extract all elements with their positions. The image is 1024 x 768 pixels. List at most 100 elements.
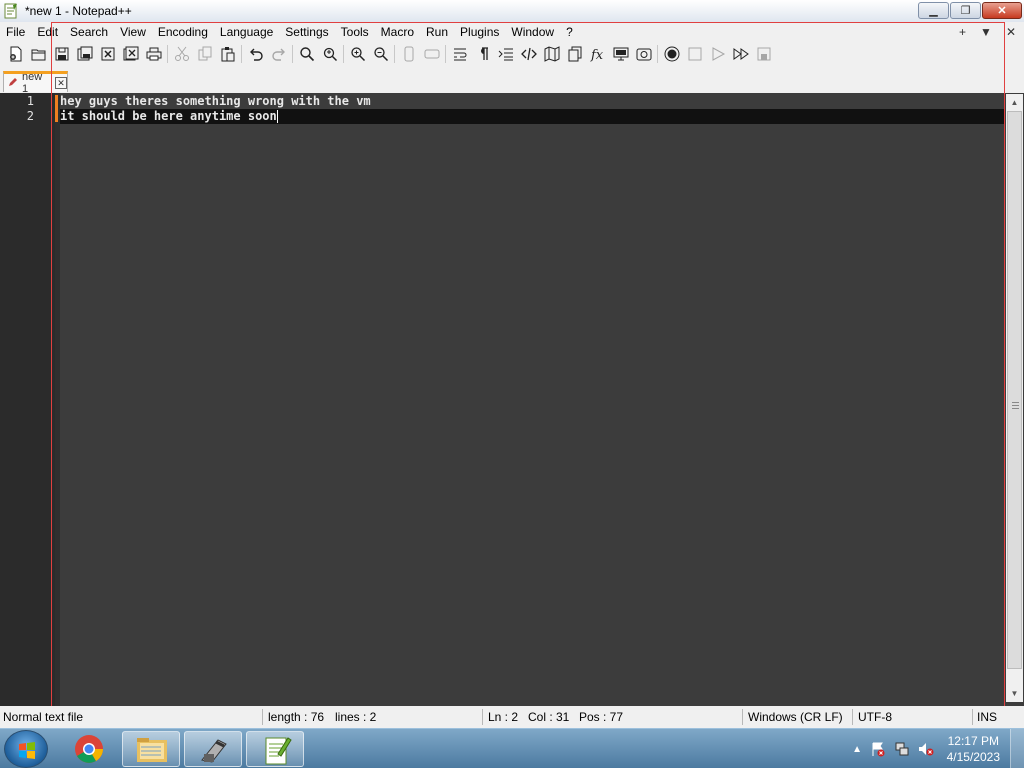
zoom-in-icon[interactable] [346,43,369,65]
toolbar-separator [167,45,168,63]
close-button[interactable]: ✕ [982,2,1022,19]
line-number: 2 [26,109,34,123]
start-button[interactable] [4,730,48,768]
fold-margin[interactable] [55,93,60,706]
scroll-down-arrow-icon[interactable]: ▼ [1006,685,1023,702]
tab-list-dropdown-button[interactable]: ▼ [980,22,992,42]
highlight-border [51,22,52,728]
minimize-button[interactable]: ▁ [918,2,949,19]
menu-file[interactable]: File [0,22,31,42]
close-file-icon[interactable] [96,43,119,65]
menu-window[interactable]: Window [505,22,560,42]
vm-tool-icon [201,739,227,763]
scroll-up-arrow-icon[interactable]: ▲ [1006,94,1023,111]
show-all-characters-icon[interactable] [471,43,494,65]
save-macro-icon[interactable] [752,43,775,65]
print-icon[interactable] [142,43,165,65]
undo-icon[interactable] [244,43,267,65]
status-ln: Ln : 2 [488,710,519,724]
volume-muted-icon[interactable] [918,741,934,757]
close-all-icon[interactable] [119,43,142,65]
menu-tools[interactable]: Tools [335,22,375,42]
document-list-icon[interactable] [563,43,586,65]
taskbar-vm-tool-button[interactable] [184,731,242,767]
window-title: *new 1 - Notepad++ [25,4,132,18]
replace-icon[interactable] [318,43,341,65]
status-file-type: Normal text file [3,710,84,724]
sync-horizontal-icon[interactable] [420,43,443,65]
menu-macro[interactable]: Macro [375,22,420,42]
maximize-button[interactable]: ❐ [950,2,981,19]
pencil-icon [8,77,18,90]
toolbar-separator [657,45,658,63]
stop-macro-icon[interactable] [683,43,706,65]
zoom-out-icon[interactable] [369,43,392,65]
menu-run[interactable]: Run [420,22,454,42]
open-file-icon[interactable] [27,43,50,65]
save-all-icon[interactable] [73,43,96,65]
document-map-icon[interactable] [540,43,563,65]
function-list-icon[interactable]: fx [586,43,609,65]
status-separator [482,709,483,725]
folder-as-workspace-icon[interactable] [609,43,632,65]
grip-icon [1012,402,1019,409]
close-document-button[interactable]: ✕ [1006,22,1016,42]
menu-edit[interactable]: Edit [31,22,64,42]
record-macro-icon[interactable] [660,43,683,65]
cut-icon[interactable] [170,43,193,65]
scrollbar-thumb[interactable] [1007,111,1022,669]
status-eol: Windows (CR LF) [748,710,843,724]
play-macro-icon[interactable] [706,43,729,65]
run-macro-multiple-icon[interactable] [729,43,752,65]
notepadpp-app-icon [3,3,19,19]
show-desktop-button[interactable] [1010,729,1024,768]
vertical-scrollbar[interactable]: ▲ ▼ [1006,94,1023,702]
editor-area[interactable]: 1 2 hey guys theres something wrong with… [0,93,1024,706]
taskbar-notepadpp-button[interactable] [246,731,304,767]
menu-view[interactable]: View [114,22,152,42]
taskbar-chrome-button[interactable] [60,731,118,767]
network-icon[interactable] [894,741,910,757]
redo-icon[interactable] [267,43,290,65]
code-line-current[interactable]: it should be here anytime soon [60,109,1004,124]
taskbar: ▲ 12:17 PM 4/15/2023 [0,728,1024,768]
tab-close-button[interactable]: ✕ [55,77,67,89]
code-line[interactable]: hey guys theres something wrong with the… [60,94,371,109]
indent-guide-icon[interactable] [494,43,517,65]
word-wrap-icon[interactable] [448,43,471,65]
status-encoding: UTF-8 [858,710,892,724]
system-clock[interactable]: 12:17 PM 4/15/2023 [947,733,1000,765]
new-file-icon[interactable] [4,43,27,65]
new-tab-plus-button[interactable]: + [959,22,966,42]
tab-new-1[interactable]: new 1 ✕ [3,71,68,95]
code-line-text: hey guys theres something wrong with the… [60,94,371,108]
menu-search[interactable]: Search [64,22,114,42]
menu-help[interactable]: ? [560,22,579,42]
action-center-flag-icon[interactable] [870,741,886,757]
paste-icon[interactable] [216,43,239,65]
highlight-border [1004,22,1005,728]
menu-encoding[interactable]: Encoding [152,22,214,42]
menu-settings[interactable]: Settings [279,22,334,42]
copy-icon[interactable] [193,43,216,65]
code-tags-icon[interactable] [517,43,540,65]
chrome-icon [75,735,103,763]
status-insert-mode: INS [977,710,998,724]
highlight-border [51,22,1005,23]
menu-language[interactable]: Language [214,22,279,42]
find-icon[interactable] [295,43,318,65]
save-icon[interactable] [50,43,73,65]
status-col: Col : 31 [528,710,570,724]
code-line-text: it should be here anytime soon [60,109,277,123]
show-hidden-icons-arrow-icon[interactable]: ▲ [852,744,862,755]
title-bar: *new 1 - Notepad++ ▁ ❐ ✕ [0,0,1024,22]
sync-vertical-icon[interactable] [397,43,420,65]
status-separator [262,709,263,725]
status-bar: Normal text file length : 76 lines : 2 L… [0,706,1024,728]
toolbar-separator [343,45,344,63]
toolbar-separator [394,45,395,63]
menu-plugins[interactable]: Plugins [454,22,505,42]
tab-bar: new 1 ✕ [0,66,1024,95]
monitoring-icon[interactable] [632,43,655,65]
taskbar-explorer-button[interactable] [122,731,180,767]
